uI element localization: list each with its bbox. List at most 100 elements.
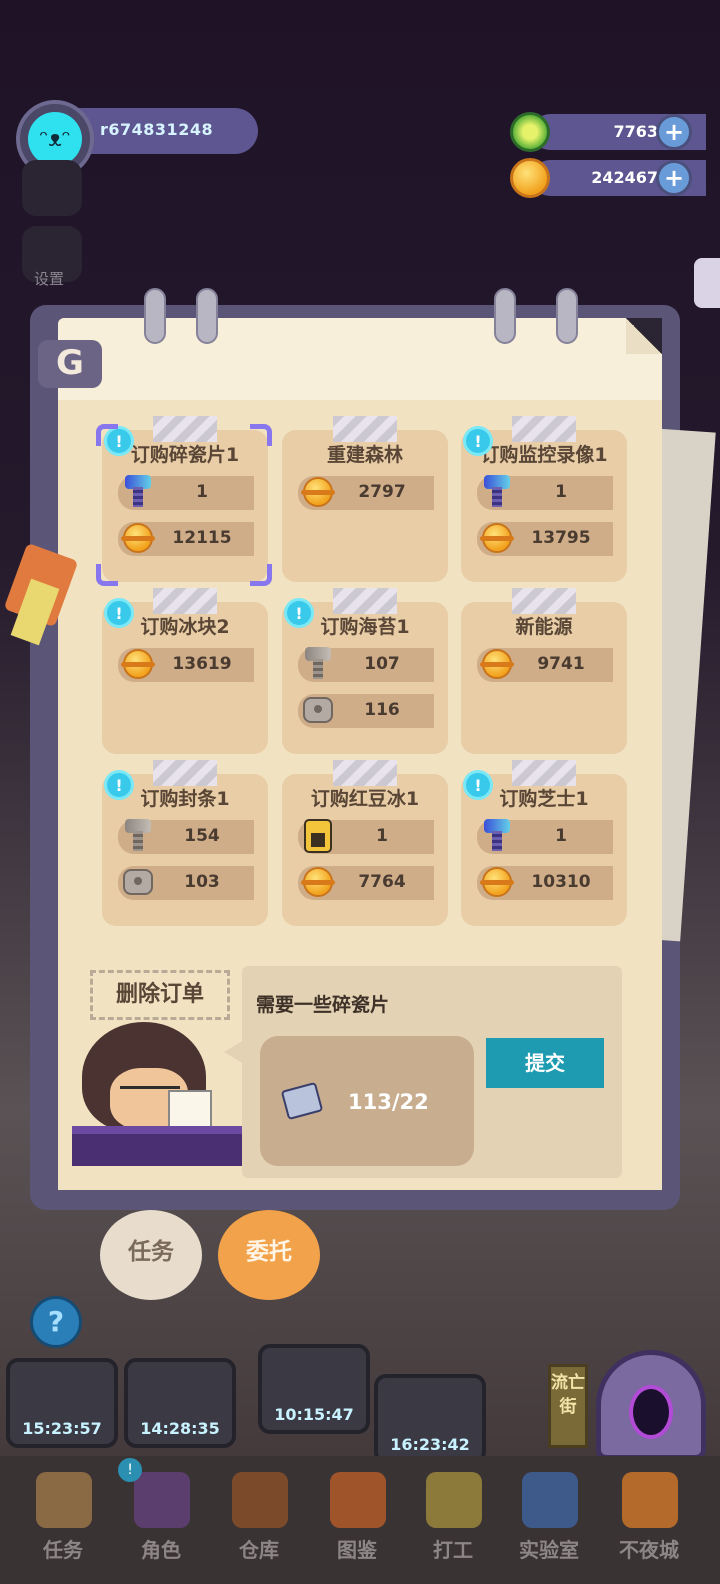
coin-icon <box>300 864 336 900</box>
reward-row: 2797 <box>298 476 434 510</box>
production-machine[interactable]: 16:23:42 <box>374 1374 486 1464</box>
nav-label: 不夜城 <box>619 1538 679 1562</box>
reward-row: 1 <box>118 474 254 510</box>
alert-icon: ! <box>104 598 134 628</box>
order-card[interactable]: 订购芝士1! 1 10310 <box>461 760 627 926</box>
machine-timer: 15:23:57 <box>22 1419 102 1438</box>
reward-row: 12115 <box>118 522 254 556</box>
nav-item[interactable]: 任务 <box>20 1464 106 1574</box>
reward-row: 154 <box>118 819 254 854</box>
nav-label: 实验室 <box>519 1538 579 1562</box>
battery-icon <box>300 818 336 854</box>
reward-value: 1 <box>555 482 567 502</box>
page-fold <box>626 318 662 354</box>
bolt-blue-icon <box>120 474 156 510</box>
alert-icon: ! <box>463 426 493 456</box>
coin-icon <box>120 520 156 556</box>
nav-item[interactable]: 实验室 <box>506 1464 592 1574</box>
tape-decoration <box>512 760 576 786</box>
order-card[interactable]: 订购碎瓷片1! 1 12115 <box>96 416 272 586</box>
tape-decoration <box>333 416 397 442</box>
order-card[interactable]: 订购封条1! 154 103 <box>102 760 268 926</box>
portal-icon[interactable] <box>596 1350 706 1460</box>
reward-value: 1 <box>555 826 567 846</box>
bolt-gray-icon <box>300 646 336 682</box>
production-machine[interactable]: 10:15:47 <box>258 1344 370 1434</box>
order-card[interactable]: 新能源 9741 <box>461 588 627 754</box>
coin-icon <box>479 646 515 682</box>
add-gems-button[interactable]: + <box>656 114 692 150</box>
coin-count: 242467 <box>591 168 658 187</box>
machine-timer: 16:23:42 <box>390 1435 470 1454</box>
reward-value: 9741 <box>537 654 585 674</box>
npc-desk <box>72 1126 242 1166</box>
tape-decoration <box>153 760 217 786</box>
delete-order-button[interactable]: 删除订单 <box>90 970 230 1020</box>
order-card[interactable]: 重建森林 2797 <box>282 416 448 582</box>
selection-corner <box>250 564 272 586</box>
bolt-blue-icon <box>479 818 515 854</box>
binder-ring <box>196 288 218 344</box>
side-clip-icon[interactable] <box>694 258 720 308</box>
nav-item[interactable]: 图鉴 <box>314 1464 400 1574</box>
production-machine[interactable]: 14:28:35 <box>124 1358 236 1448</box>
reward-row: 1 <box>477 475 613 510</box>
machine-timer: 14:28:35 <box>140 1419 220 1438</box>
binder-ring <box>556 288 578 344</box>
production-machine[interactable]: 15:23:57 <box>6 1358 118 1448</box>
nav-label: 任务 <box>43 1538 83 1562</box>
reward-row: 9741 <box>477 648 613 682</box>
paper-stack-icon <box>168 1090 212 1130</box>
tape-decoration <box>512 588 576 614</box>
reward-row: 107 <box>298 646 434 682</box>
exile-street-sign[interactable]: 流亡街 <box>548 1364 588 1448</box>
alert-icon: ! <box>104 770 134 800</box>
side-button-1[interactable] <box>22 160 82 216</box>
alert-icon: ! <box>463 770 493 800</box>
coin-icon <box>510 158 550 198</box>
add-coins-button[interactable]: + <box>656 160 692 196</box>
tape-decoration <box>512 416 576 442</box>
reward-row: 10310 <box>477 866 613 900</box>
reward-value: 13795 <box>531 528 591 548</box>
tape-decoration <box>153 588 217 614</box>
settings-label: 设置 <box>34 270 65 288</box>
nav-label: 图鉴 <box>337 1538 377 1562</box>
selection-corner <box>250 424 272 446</box>
username-pill[interactable]: r674831248 <box>70 108 258 154</box>
nut-icon <box>300 692 336 728</box>
reward-value: 107 <box>364 654 400 674</box>
item-progress: 113/22 <box>348 1090 429 1114</box>
back-button[interactable]: G <box>38 340 102 388</box>
nav-label: 仓库 <box>239 1538 279 1562</box>
reward-value: 116 <box>364 700 400 720</box>
city-icon <box>622 1472 678 1528</box>
reward-value: 12115 <box>172 528 232 548</box>
coin-icon <box>120 646 156 682</box>
binder-ring <box>144 288 166 344</box>
cat-avatar-icon: ᵔᴥᵔ <box>28 112 82 166</box>
nav-item[interactable]: 打工 <box>410 1464 496 1574</box>
reward-value: 13619 <box>172 654 232 674</box>
tape-decoration <box>333 588 397 614</box>
selection-corner <box>96 564 118 586</box>
tab-tasks[interactable]: 任务 <box>100 1210 202 1300</box>
work-icon <box>426 1472 482 1528</box>
machine-timer: 10:15:47 <box>274 1405 354 1424</box>
submit-button[interactable]: 提交 <box>486 1038 604 1088</box>
order-card[interactable]: 订购红豆冰1 1 7764 <box>282 760 448 926</box>
nav-item[interactable]: 仓库 <box>216 1464 302 1574</box>
nav-item[interactable]: 不夜城 <box>606 1464 692 1574</box>
order-card[interactable]: 订购监控录像1! 1 13795 <box>461 416 627 582</box>
order-title: 订购红豆冰1 <box>310 788 420 810</box>
tab-commissions[interactable]: 委托 <box>218 1210 320 1300</box>
nav-label: 打工 <box>433 1538 473 1562</box>
gem-pill: 7763 + <box>532 114 706 150</box>
lab-icon <box>522 1472 578 1528</box>
order-card[interactable]: 订购冰块2! 13619 <box>102 588 268 754</box>
reward-row: 1 <box>477 818 613 854</box>
nut-icon <box>120 864 156 900</box>
character-icon <box>134 1472 190 1528</box>
help-button[interactable]: ? <box>30 1296 82 1348</box>
order-card[interactable]: 订购海苔1! 107 116 <box>282 588 448 754</box>
